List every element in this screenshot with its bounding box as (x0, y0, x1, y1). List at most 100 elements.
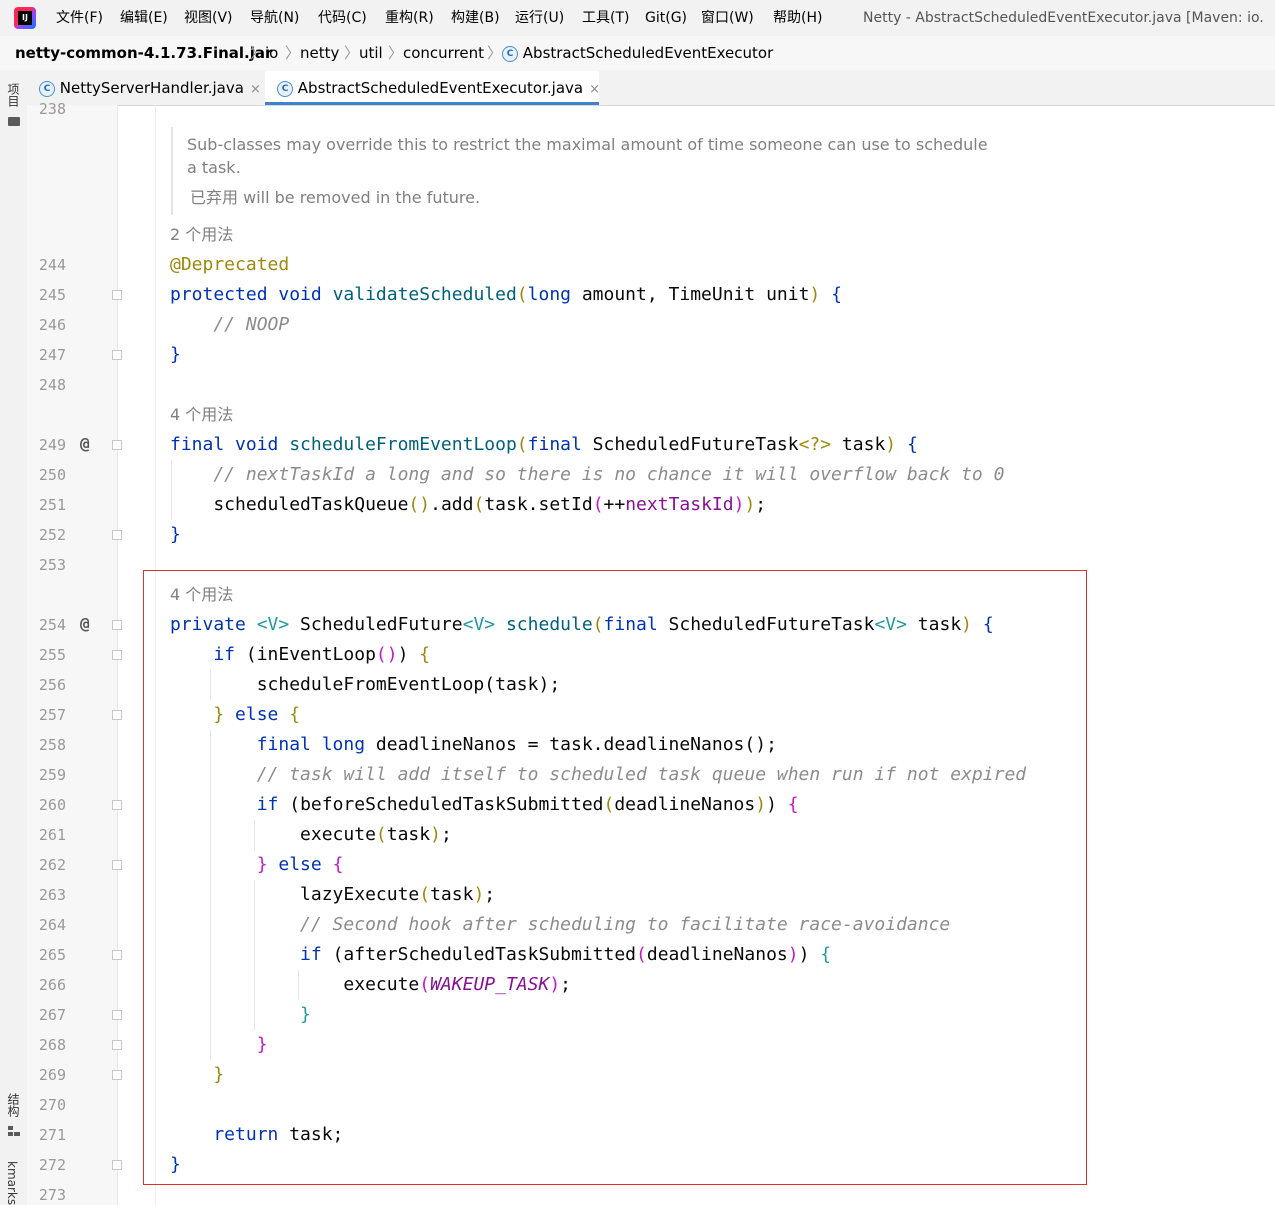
editor-tab-bar: C NettyServerHandler.java × C AbstractSch… (27, 71, 1275, 106)
line-number: 259 (38, 766, 66, 784)
structure-icon[interactable] (8, 1126, 20, 1136)
fold-marker-icon[interactable] (112, 620, 122, 630)
code-line-246[interactable]: // NOOP (170, 315, 289, 335)
line-number: 266 (38, 976, 66, 994)
menu-git[interactable]: Git(G) (645, 9, 687, 27)
fold-marker-icon[interactable] (112, 350, 122, 360)
tool-structure-label[interactable]: 结构 (5, 1093, 22, 1117)
breadcrumb-separator: 〉 (487, 44, 503, 62)
line-number: 265 (38, 946, 66, 964)
code-line-250[interactable]: // nextTaskId a long and so there is no … (170, 465, 1004, 485)
doc-deprecated: 已弃用 will be removed in the future. (190, 186, 480, 209)
menu-view[interactable]: 视图(V) (184, 9, 233, 27)
class-icon: C (277, 80, 293, 97)
line-number: 264 (38, 916, 66, 934)
fold-marker-icon[interactable] (112, 1070, 122, 1080)
fold-marker-icon[interactable] (112, 950, 122, 960)
override-marker-icon[interactable]: @ (80, 614, 90, 634)
menu-file[interactable]: 文件(F) (56, 9, 103, 27)
breadcrumb-class[interactable]: C AbstractScheduledEventExecutor (502, 44, 773, 63)
line-number: 245 (38, 286, 66, 304)
tool-bookmarks-label[interactable]: kmarks (5, 1161, 19, 1205)
line-number: 253 (38, 556, 66, 574)
line-number: 269 (38, 1066, 66, 1084)
tab-label: NettyServerHandler.java (59, 79, 244, 97)
window-title: Netty - AbstractScheduledEventExecutor.j… (863, 10, 1264, 26)
tool-window-strip: 项目 结构 kmarks (0, 71, 28, 1205)
fold-marker-icon[interactable] (112, 710, 122, 720)
breadcrumb-separator: 〉 (388, 44, 404, 62)
doc-comment-bar (171, 127, 173, 215)
line-number: 258 (38, 736, 66, 754)
highlight-box (143, 570, 1087, 1185)
menu-code[interactable]: 代码(C) (318, 9, 367, 27)
breadcrumb-concurrent[interactable]: concurrent (403, 44, 484, 63)
code-line-245[interactable]: protected void validateScheduled(long am… (170, 285, 842, 305)
doc-deprecated-label: 已弃用 (190, 188, 239, 207)
line-number: 252 (38, 526, 66, 544)
doc-line: a task. (187, 158, 241, 177)
code-line-252[interactable]: } (170, 525, 181, 545)
menu-bar: IJ 文件(F) 编辑(E) 视图(V) 导航(N) 代码(C) 重构(R) 构… (0, 0, 1275, 36)
class-icon: C (502, 45, 518, 62)
menu-run[interactable]: 运行(U) (515, 9, 564, 27)
menu-help[interactable]: 帮助(H) (773, 9, 822, 27)
line-number: 260 (38, 796, 66, 814)
breadcrumb-util[interactable]: util (359, 44, 383, 63)
tab-abstract-scheduled-event-executor[interactable]: C AbstractScheduledEventExecutor.java × (265, 71, 600, 105)
line-number: 249 (38, 436, 66, 454)
breadcrumb-separator: 〉 (344, 44, 360, 62)
fold-marker-icon[interactable] (112, 800, 122, 810)
folder-icon[interactable] (8, 117, 20, 126)
doc-line: Sub-classes may override this to restric… (187, 135, 988, 154)
code-line-247[interactable]: } (170, 345, 181, 365)
line-number: 268 (38, 1036, 66, 1054)
doc-deprecated-text: will be removed in the future. (238, 188, 481, 207)
code-line-249[interactable]: final void scheduleFromEventLoop(final S… (170, 435, 918, 455)
line-number: 255 (38, 646, 66, 664)
line-number: 246 (38, 316, 66, 334)
usages-hint[interactable]: 2 个用法 (170, 225, 233, 245)
code-line-244[interactable]: @Deprecated (170, 255, 289, 275)
breadcrumb-separator: 〉 (250, 44, 266, 62)
menu-navigate[interactable]: 导航(N) (250, 9, 299, 27)
menu-refactor[interactable]: 重构(R) (385, 9, 434, 27)
line-number: 262 (38, 856, 66, 874)
line-number: 248 (38, 376, 66, 394)
fold-marker-icon[interactable] (112, 1010, 122, 1020)
intellij-logo-icon[interactable]: IJ (14, 7, 36, 29)
fold-marker-icon[interactable] (112, 650, 122, 660)
fold-marker-icon[interactable] (112, 1160, 122, 1170)
tab-label: AbstractScheduledEventExecutor.java (297, 79, 584, 97)
menu-build[interactable]: 构建(B) (451, 9, 500, 27)
line-number: 267 (38, 1006, 66, 1024)
line-number: 257 (38, 706, 66, 724)
fold-marker-icon[interactable] (112, 290, 122, 300)
breadcrumb-class-label: AbstractScheduledEventExecutor (522, 44, 774, 62)
line-number: 263 (38, 886, 66, 904)
code-line-251[interactable]: scheduledTaskQueue().add(task.setId(++ne… (170, 495, 766, 515)
close-icon[interactable]: × (589, 82, 600, 97)
line-number: 271 (38, 1126, 66, 1144)
fold-marker-icon[interactable] (112, 1040, 122, 1050)
line-number: 261 (38, 826, 66, 844)
breadcrumb-separator: 〉 (285, 44, 301, 62)
tool-project-label[interactable]: 项目 (5, 83, 22, 107)
line-number: 250 (38, 466, 66, 484)
close-icon[interactable]: × (250, 82, 261, 97)
menu-edit[interactable]: 编辑(E) (120, 9, 168, 27)
fold-marker-icon[interactable] (112, 530, 122, 540)
line-number: 272 (38, 1156, 66, 1174)
breadcrumb-io[interactable]: io (265, 44, 278, 63)
line-number: 273 (38, 1186, 66, 1204)
fold-marker-icon[interactable] (112, 440, 122, 450)
breadcrumb-jar[interactable]: netty-common-4.1.73.Final.jar (15, 44, 272, 63)
usages-hint[interactable]: 4 个用法 (170, 405, 233, 425)
menu-window[interactable]: 窗口(W) (701, 9, 754, 27)
menu-tools[interactable]: 工具(T) (582, 9, 629, 27)
fold-marker-icon[interactable] (112, 860, 122, 870)
breadcrumb: netty-common-4.1.73.Final.jar 〉 io 〉 net… (0, 36, 1275, 72)
override-marker-icon[interactable]: @ (80, 434, 90, 454)
breadcrumb-netty[interactable]: netty (300, 44, 339, 63)
line-number: 256 (38, 676, 66, 694)
